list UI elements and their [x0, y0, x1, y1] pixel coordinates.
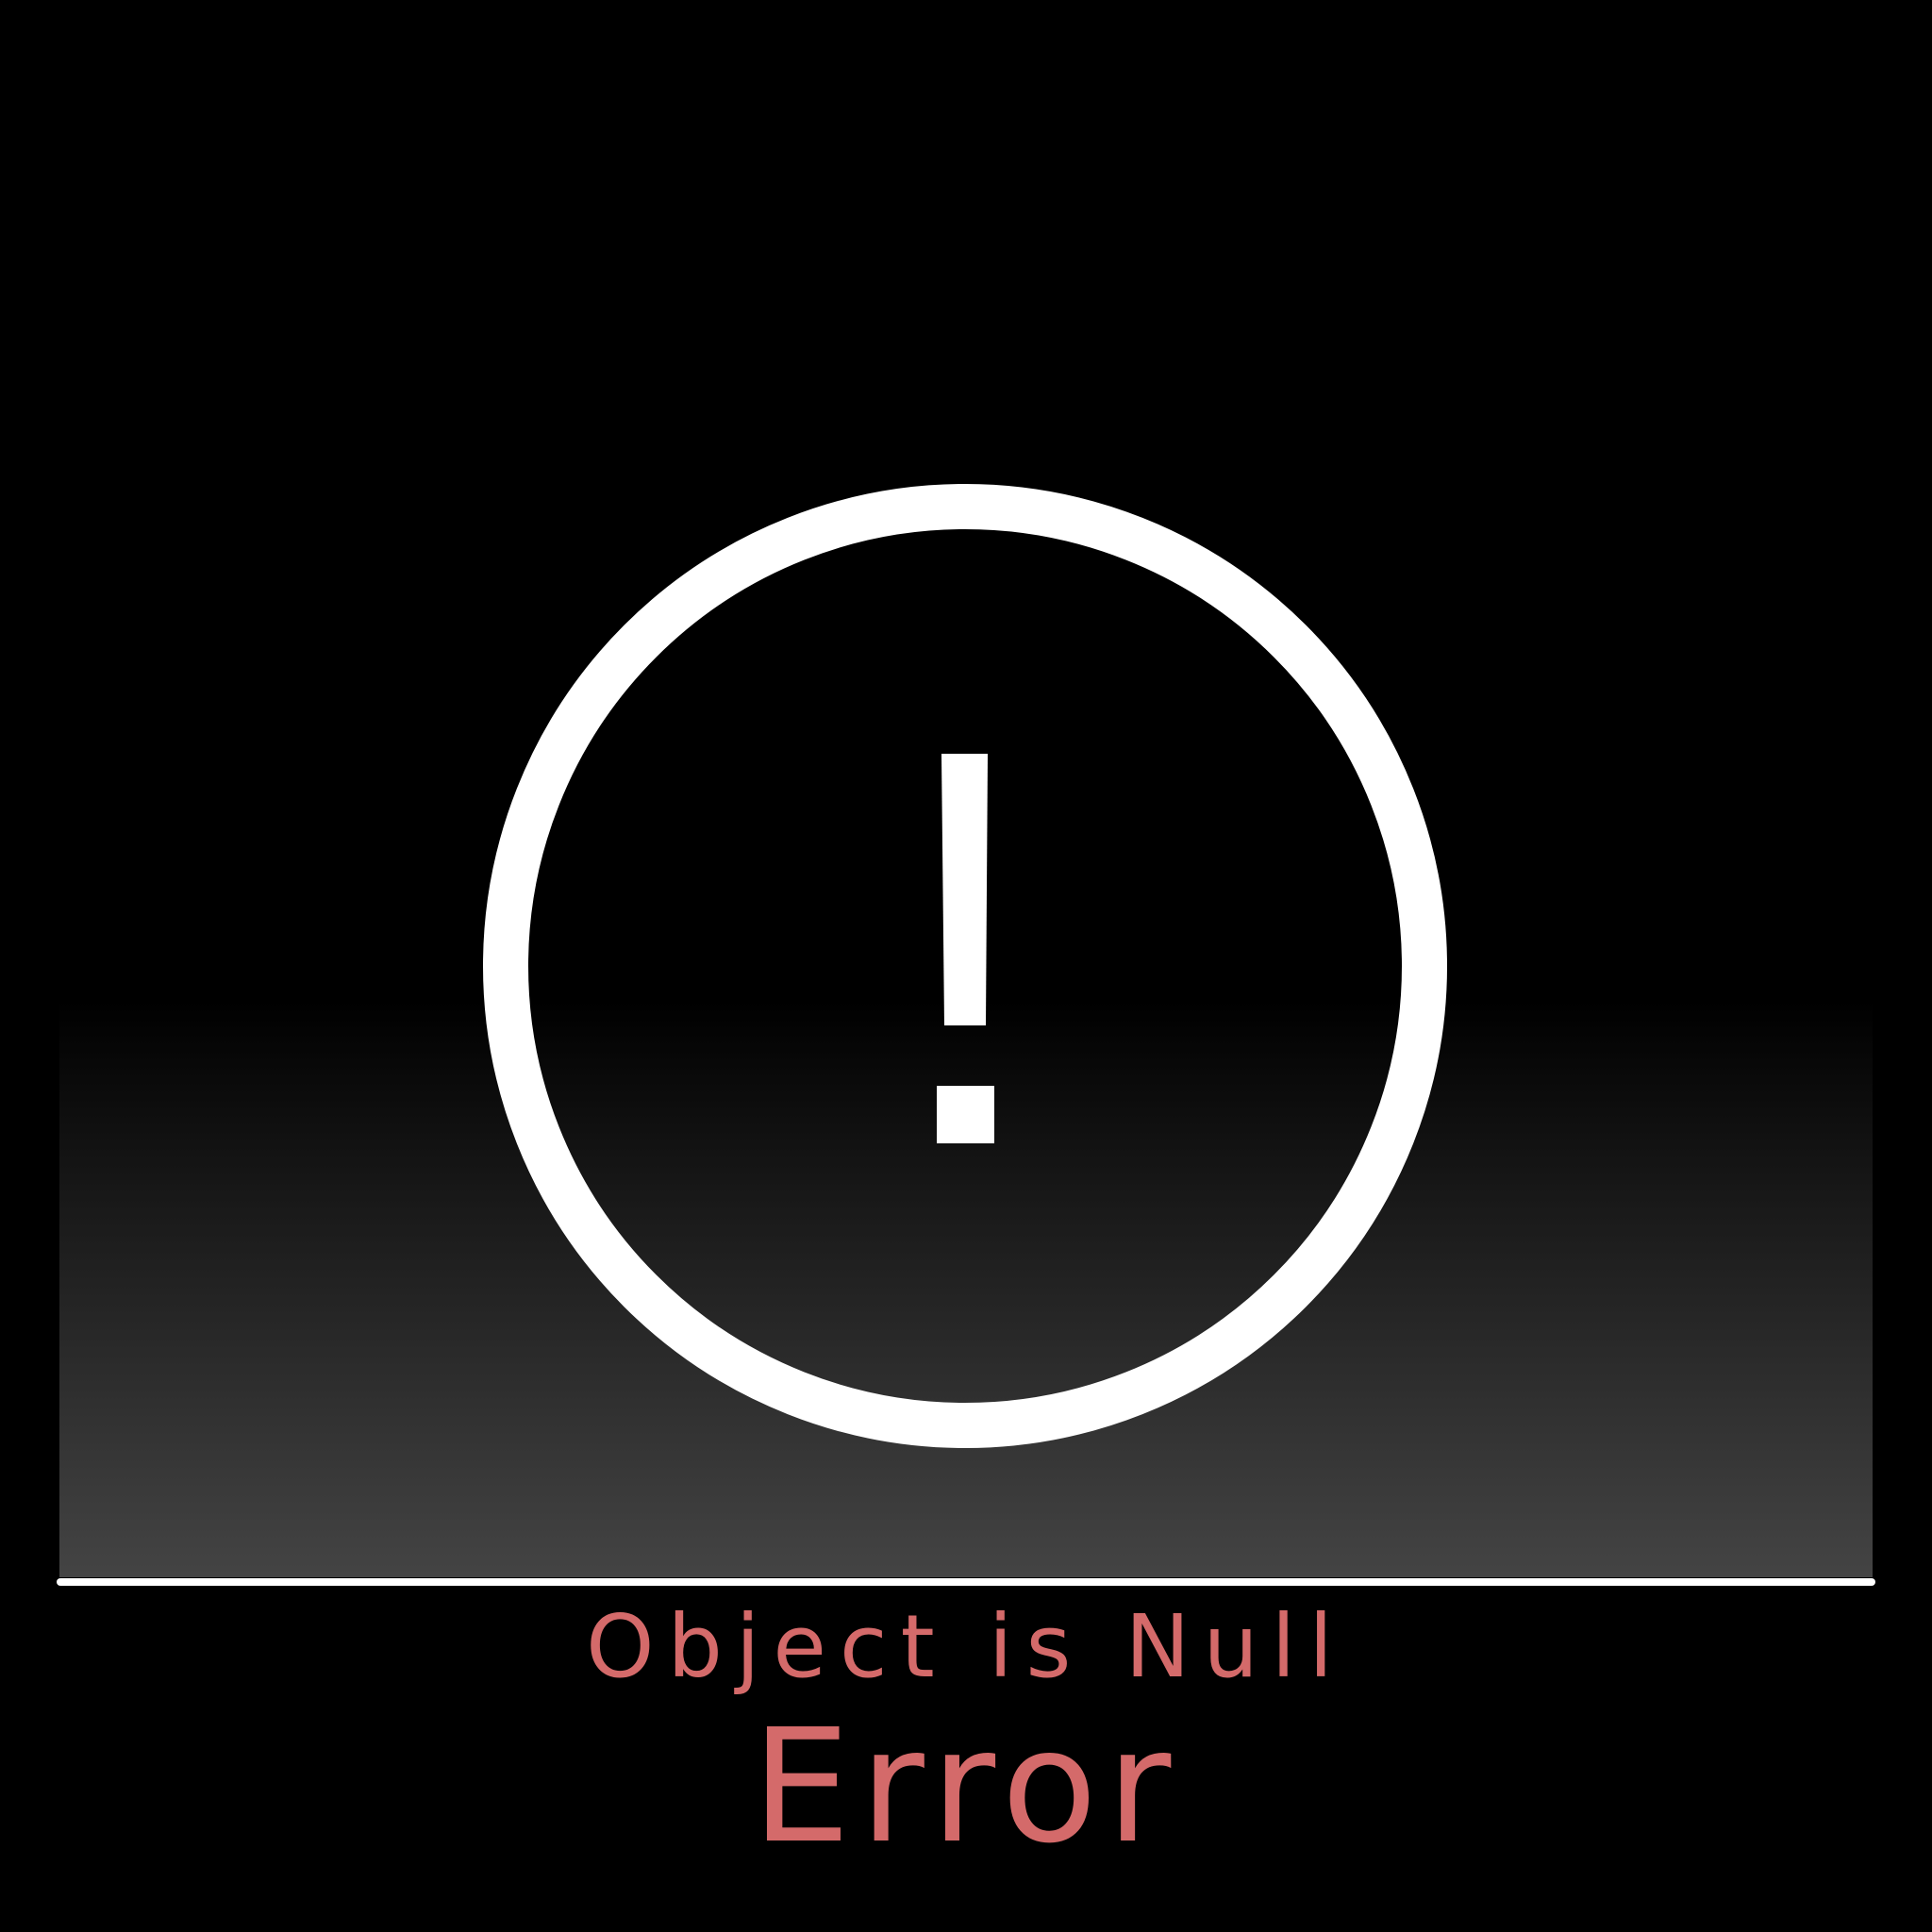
exclamation-dot: [937, 1086, 994, 1143]
exclamation-stroke: [941, 754, 988, 1025]
error-title: Error: [751, 1696, 1181, 1878]
error-screen: Object is Null Error: [0, 0, 1932, 1932]
error-subtitle: Object is Null: [586, 1596, 1346, 1697]
